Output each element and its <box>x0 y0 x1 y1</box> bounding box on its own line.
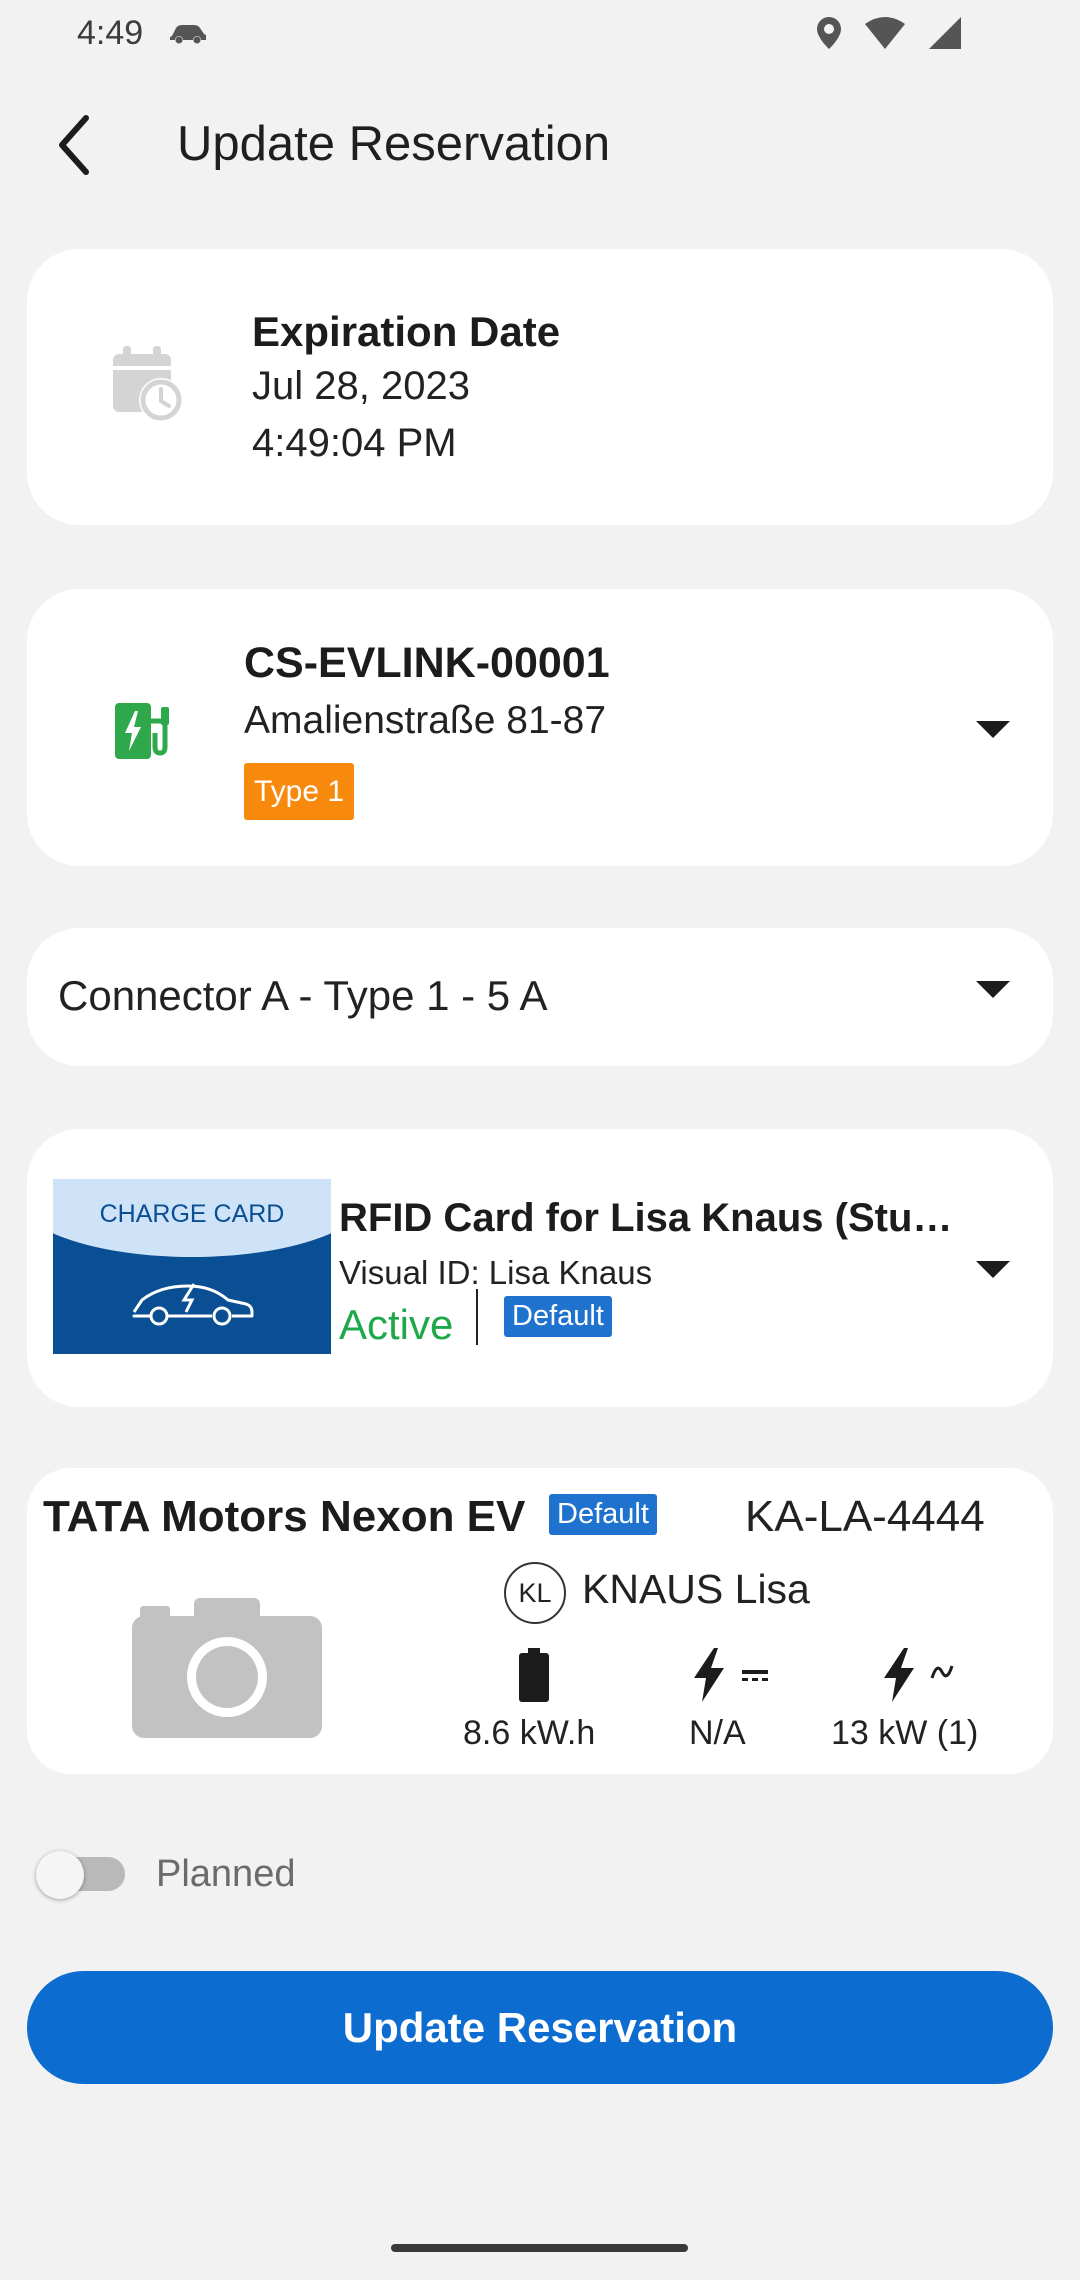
wifi-icon <box>865 17 905 49</box>
planned-toggle-knob[interactable] <box>36 1851 84 1899</box>
connector-value: Connector A - Type 1 - 5 A <box>58 972 548 1019</box>
connector-selector[interactable]: Connector A - Type 1 - 5 A <box>27 928 1053 1066</box>
ac-power-value: 13 kW (1) <box>831 1714 979 1752</box>
ev-station-icon <box>115 703 169 759</box>
charge-card-selector[interactable]: CHARGE CARD RFID Card for Lisa Knaus (St… <box>27 1129 1053 1407</box>
connector-type-badge: Type 1 <box>244 763 355 820</box>
status-icons <box>816 16 962 50</box>
status-time: 4:49 <box>77 14 144 52</box>
chevron-down-icon[interactable] <box>976 721 1010 738</box>
expiration-time: 4:49:04 PM <box>252 421 457 465</box>
station-id: CS-EVLINK-00001 <box>244 639 610 687</box>
card-visual-id: Visual ID: Lisa Knaus <box>339 1254 653 1291</box>
signal-icon <box>929 17 961 49</box>
vehicle-default-badge: Default <box>549 1494 657 1535</box>
card-default-badge: Default <box>504 1296 612 1337</box>
owner-name: KNAUS Lisa <box>582 1566 810 1612</box>
location-icon <box>817 17 841 49</box>
charge-card-image: CHARGE CARD <box>53 1179 331 1354</box>
expiration-date-card[interactable]: Expiration Date Jul 28, 2023 4:49:04 PM <box>27 249 1053 525</box>
vehicle-card[interactable]: TATA Motors Nexon EV Default KA-LA-4444 … <box>27 1468 1053 1774</box>
station-address: Amalienstraße 81-87 <box>244 699 607 742</box>
car-icon <box>170 25 206 44</box>
chevron-down-icon[interactable] <box>976 1261 1010 1278</box>
planned-label: Planned <box>156 1853 296 1895</box>
dc-power-value: N/A <box>689 1714 746 1752</box>
expiration-date: Jul 28, 2023 <box>252 364 470 408</box>
ac-power-icon <box>884 1648 954 1702</box>
expiration-label: Expiration Date <box>252 308 561 355</box>
electric-car-icon <box>132 1283 254 1326</box>
card-name: RFID Card for Lisa Knaus (Stu… <box>339 1196 953 1240</box>
battery-icon <box>519 1648 549 1702</box>
license-plate: KA-LA-4444 <box>745 1492 985 1541</box>
charging-station-selector[interactable]: CS-EVLINK-00001 Amalienstraße 81-87 Type… <box>27 589 1053 866</box>
back-arrow-icon[interactable] <box>52 112 102 178</box>
update-reservation-button[interactable]: Update Reservation <box>27 1971 1053 2084</box>
page-title: Update Reservation <box>177 117 611 171</box>
camera-icon <box>132 1598 322 1738</box>
dc-power-icon <box>694 1648 768 1702</box>
charge-card-label: CHARGE CARD <box>99 1200 285 1228</box>
home-indicator[interactable] <box>391 2244 688 2252</box>
card-status: Active <box>339 1301 454 1348</box>
battery-capacity: 8.6 kW.h <box>463 1714 596 1752</box>
chevron-down-icon[interactable] <box>976 981 1010 998</box>
divider <box>476 1289 478 1345</box>
vehicle-name: TATA Motors Nexon EV <box>43 1492 526 1541</box>
calendar-clock-icon <box>113 346 183 422</box>
owner-avatar: KL <box>504 1562 566 1624</box>
